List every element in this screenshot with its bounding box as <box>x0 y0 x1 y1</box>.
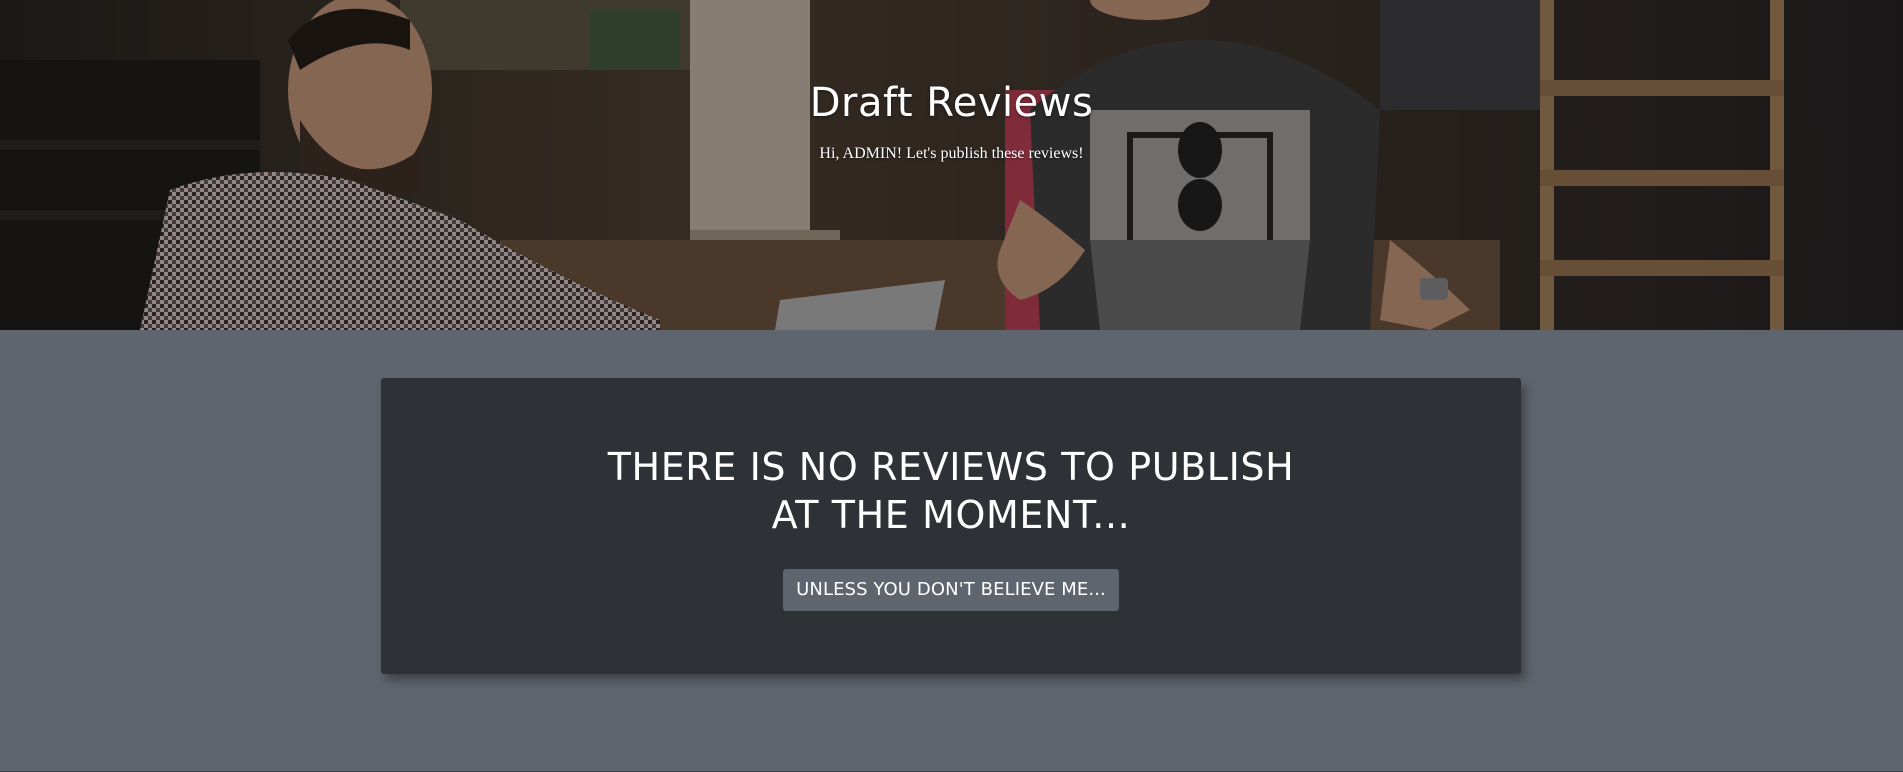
hero-banner: Draft Reviews Hi, ADMIN! Let's publish t… <box>0 0 1903 330</box>
main-content: There is no reviews to publish at the mo… <box>0 330 1903 771</box>
page-subtitle: Hi, ADMIN! Let's publish these reviews! <box>819 145 1084 162</box>
page-title: Draft Reviews <box>809 80 1094 126</box>
hero-overlay <box>0 0 1903 330</box>
empty-state-line-1: There is no reviews to publish <box>607 445 1295 489</box>
empty-state-line-2: at the moment... <box>771 493 1131 537</box>
show-drafts-button[interactable]: Unless you don't believe me... <box>783 569 1119 611</box>
empty-state-card: There is no reviews to publish at the mo… <box>381 378 1521 674</box>
hero-text: Draft Reviews Hi, ADMIN! Let's publish t… <box>0 78 1903 164</box>
empty-state-heading: There is no reviews to publish at the mo… <box>381 443 1521 539</box>
